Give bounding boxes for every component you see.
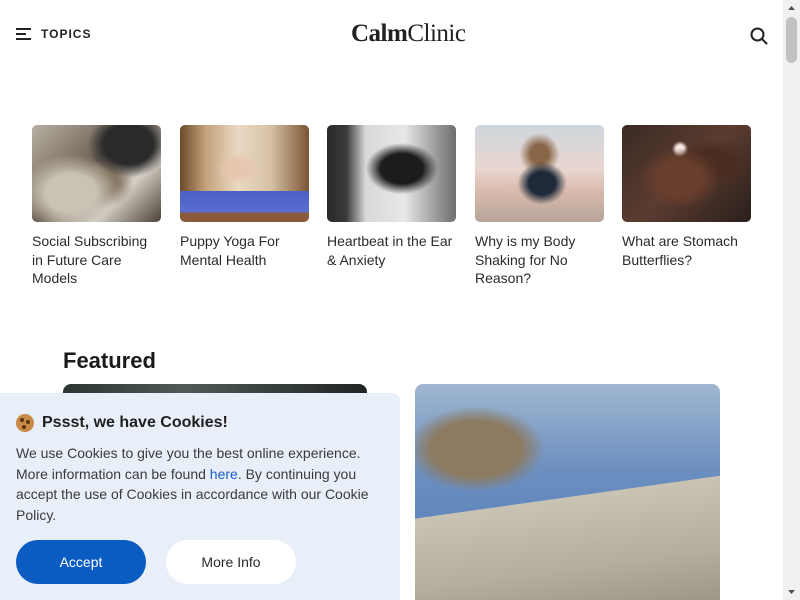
accept-cookies-button[interactable]: Accept (16, 540, 146, 584)
more-info-button[interactable]: More Info (166, 540, 296, 584)
topic-card-title[interactable]: Puppy Yoga For Mental Health (180, 232, 309, 269)
site-header: TOPICS CalmClinic (0, 0, 783, 70)
hamburger-icon (16, 28, 31, 40)
cookie-message: We use Cookies to give you the best onli… (16, 443, 388, 525)
scroll-down-arrow-icon[interactable] (783, 583, 800, 600)
topic-card[interactable]: Heartbeat in the Ear & Anxiety (327, 125, 456, 269)
topic-card-image[interactable] (32, 125, 161, 222)
topic-card-title[interactable]: Heartbeat in the Ear & Anxiety (327, 232, 456, 269)
topic-card[interactable]: What are Stomach Butterflies? (622, 125, 751, 269)
cookie-banner-title: Pssst, we have Cookies! (16, 414, 228, 432)
topic-card-title[interactable]: What are Stomach Butterflies? (622, 232, 751, 269)
topic-card-image[interactable] (622, 125, 751, 222)
featured-article-image[interactable] (415, 384, 720, 600)
page-scrollbar[interactable] (783, 0, 800, 600)
topic-card[interactable]: Why is my Body Shaking for No Reason? (475, 125, 604, 288)
scroll-up-arrow-icon[interactable] (783, 0, 800, 17)
logo-regular-text: Clinic (407, 20, 466, 47)
topic-card-image[interactable] (475, 125, 604, 222)
cookie-info-link[interactable]: here (210, 466, 238, 482)
logo-bold-text: Calm (351, 20, 408, 47)
search-icon[interactable] (750, 27, 768, 45)
cookie-banner: Pssst, we have Cookies! We use Cookies t… (0, 393, 400, 600)
topics-menu-button[interactable]: TOPICS (16, 27, 91, 41)
featured-heading: Featured (63, 348, 156, 373)
site-logo[interactable]: CalmClinic (351, 20, 466, 48)
scroll-thumb[interactable] (786, 17, 797, 63)
topic-card[interactable]: Social Subscribing in Future Care Models (32, 125, 161, 288)
topic-card-title[interactable]: Social Subscribing in Future Care Models (32, 232, 161, 288)
topic-card-title[interactable]: Why is my Body Shaking for No Reason? (475, 232, 604, 288)
topic-card[interactable]: Puppy Yoga For Mental Health (180, 125, 309, 269)
cookie-icon (16, 414, 34, 432)
topic-card-image[interactable] (180, 125, 309, 222)
topic-card-image[interactable] (327, 125, 456, 222)
cookie-title-text: Pssst, we have Cookies! (42, 414, 228, 431)
topics-label: TOPICS (41, 27, 92, 41)
